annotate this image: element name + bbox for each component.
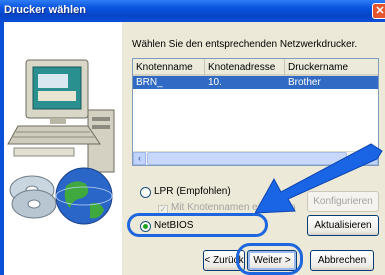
- callout-arrow-icon: [255, 143, 383, 214]
- setup-illustration: [4, 22, 122, 275]
- instruction-text: Wählen Sie den entsprechenden Netzwerkdr…: [132, 39, 358, 50]
- netbios-highlight: [127, 213, 268, 237]
- close-icon[interactable]: ✕: [372, 3, 385, 19]
- globe-icon: [9, 167, 113, 225]
- cell-node-name: BRN_: [136, 77, 163, 88]
- column-header-printer-name[interactable]: Druckername: [285, 59, 378, 76]
- printer-row[interactable]: BRN_ 10. Brother: [133, 76, 378, 89]
- column-header-node-name[interactable]: Knotenname: [133, 59, 205, 76]
- cancel-button[interactable]: Abbrechen: [310, 250, 374, 271]
- cell-printer-name: Brother: [288, 77, 321, 88]
- lpr-label: LPR (Empfohlen): [154, 186, 231, 197]
- dialog-window: Drucker wählen ✕ Wählen Sie den entsprec…: [0, 0, 385, 275]
- window-title: Drucker wählen: [4, 4, 86, 16]
- next-highlight: [236, 243, 303, 275]
- column-header-node-address[interactable]: Knotenadresse: [205, 59, 285, 76]
- titlebar: Drucker wählen ✕: [0, 0, 385, 22]
- lpr-radio[interactable]: [140, 187, 151, 198]
- scroll-left-icon[interactable]: ‹: [133, 152, 146, 165]
- cell-node-address: 10.: [208, 77, 222, 88]
